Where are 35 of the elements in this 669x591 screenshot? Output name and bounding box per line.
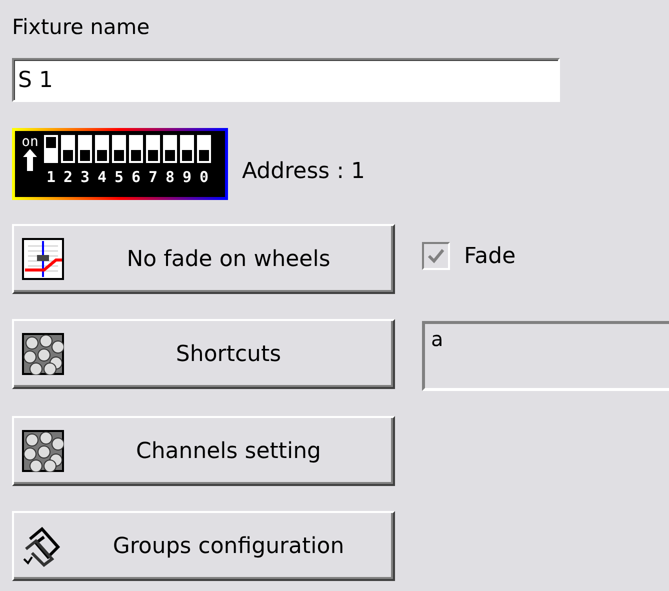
command-button[interactable]: Shortcuts <box>12 319 395 389</box>
dip-switch[interactable] <box>78 135 92 163</box>
dip-switch[interactable] <box>112 135 126 163</box>
dip-switch[interactable] <box>197 135 211 163</box>
command-button[interactable]: No fade on wheels <box>12 224 395 294</box>
keypad-icon <box>22 333 64 375</box>
switch-number: 8 <box>165 167 175 188</box>
command-button[interactable]: Groups configuration <box>12 511 395 581</box>
address-text: Address : 1 <box>242 158 366 184</box>
dip-switch[interactable] <box>146 135 160 163</box>
fader-curve-icon <box>22 238 64 280</box>
switch-number: 3 <box>80 167 90 188</box>
command-button[interactable]: Channels setting <box>12 416 395 486</box>
switch-number: 9 <box>182 167 192 188</box>
switch-number: 0 <box>199 167 209 188</box>
dip-switch[interactable] <box>95 135 109 163</box>
dip-switch[interactable] <box>180 135 194 163</box>
on-label: on <box>22 135 38 149</box>
switch-number: 4 <box>97 167 107 188</box>
keypad-icon <box>22 430 64 472</box>
shortcut-field[interactable]: a <box>422 321 669 391</box>
switch-number: 2 <box>63 167 73 188</box>
switch-number: 7 <box>148 167 158 188</box>
switch-number: 6 <box>131 167 141 188</box>
field-label: Fixture name <box>12 14 151 41</box>
dip-switch[interactable] <box>129 135 143 163</box>
dip-switch[interactable] <box>44 135 58 163</box>
switch-number: 5 <box>114 167 124 188</box>
dip-switch[interactable] <box>163 135 177 163</box>
check-icon <box>427 248 445 264</box>
fixture-name-field[interactable]: S 1 <box>12 58 560 102</box>
checkbox-label: Fade <box>464 244 516 268</box>
switch-number: 1 <box>46 167 56 188</box>
dip-switch[interactable] <box>61 135 75 163</box>
up-arrow-icon <box>23 149 37 171</box>
